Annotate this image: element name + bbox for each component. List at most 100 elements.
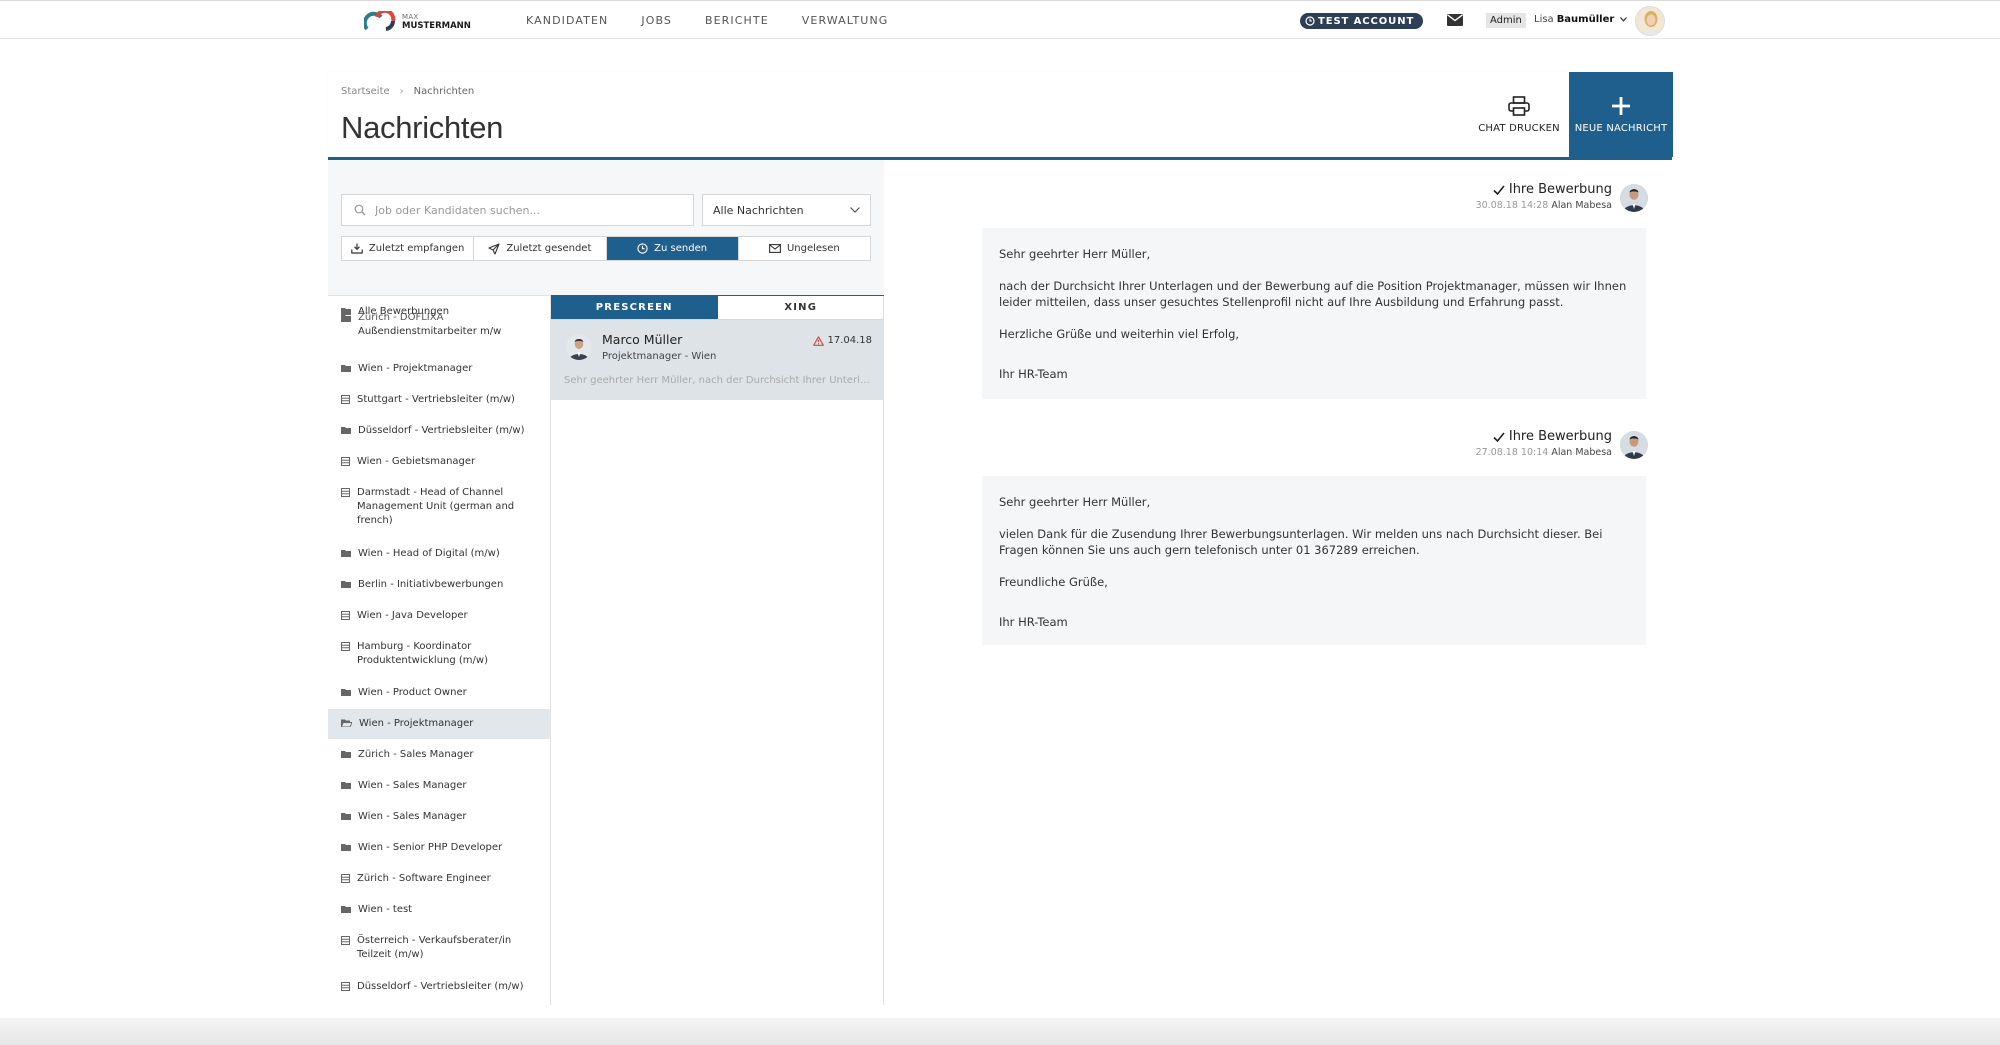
folder-item[interactable]: Wien - Projektmanager: [328, 362, 550, 384]
plus-icon: [1612, 96, 1630, 115]
job-folders-list: Alle Bewerbungen Zürich - DOFLIXA Außendi…: [328, 295, 551, 1005]
tab-label: Zuletzt empfangen: [368, 243, 465, 254]
user-avatar[interactable]: [1635, 6, 1665, 36]
folder-item[interactable]: Wien - Gebietsmanager: [328, 455, 550, 477]
tab-prescreen[interactable]: PRESCREEN: [551, 296, 718, 319]
warning-icon: [813, 335, 825, 346]
conversation-list: PRESCREEN XING Marco Müller Projektmanag…: [551, 295, 884, 1005]
channel-tabs: PRESCREEN XING: [551, 295, 884, 320]
clock-icon: [637, 243, 648, 254]
candidate-avatar: [566, 334, 592, 360]
folder-icon: [341, 365, 351, 372]
folder-item[interactable]: Berlin - Initiativbewerbungen: [328, 578, 550, 600]
printer-icon: [1508, 95, 1530, 116]
folder-item[interactable]: Wien - Java Developer: [328, 609, 550, 631]
conversation-preview: Sehr geehrter Herr Müller, nach der Durc…: [564, 375, 872, 386]
breadcrumb-current: Nachrichten: [413, 86, 475, 97]
brand-line1: MAX: [402, 12, 419, 21]
breadcrumb-home[interactable]: Startseite: [341, 86, 390, 97]
folder-item[interactable]: Düsseldorf - Vertriebsleiter (m/w): [328, 980, 550, 1002]
message-subject: Ihre Bewerbung: [1476, 182, 1612, 197]
folder-icon: [341, 906, 351, 913]
folder-icon: [341, 550, 351, 557]
nav-verwaltung[interactable]: VERWALTUNG: [802, 14, 889, 27]
message-header: Ihre Bewerbung 27.08.18 10:14 Alan Mabes…: [1476, 429, 1648, 459]
message-filter-select[interactable]: Alle Nachrichten: [702, 194, 871, 226]
sender-avatar: [1620, 184, 1648, 212]
candidate-name: Marco Müller: [602, 332, 683, 347]
tab-recently-received[interactable]: Zuletzt empfangen: [342, 237, 475, 260]
message-sender: Alan Mabesa: [1551, 200, 1612, 211]
folder-icon: [341, 844, 351, 851]
folder-item[interactable]: Stuttgart - Vertriebsleiter (m/w): [328, 393, 550, 415]
list-icon: [341, 982, 350, 991]
new-message-button[interactable]: NEUE NACHRICHT: [1569, 72, 1673, 157]
folder-item[interactable]: Wien - Head of Digital (m/w): [328, 547, 550, 569]
folder-icon: [341, 689, 351, 696]
role-badge: Admin: [1486, 13, 1526, 28]
list-icon: [341, 395, 350, 404]
folder-item[interactable]: Wien - Senior PHP Developer: [328, 841, 550, 863]
filter-panel: Alle Nachrichten Zuletzt empfangen Zulet…: [328, 160, 884, 295]
new-message-label: NEUE NACHRICHT: [1574, 122, 1668, 134]
chevron-down-icon: [1620, 17, 1628, 22]
print-chat-button[interactable]: CHAT DRUCKEN: [1474, 72, 1564, 157]
folder-item[interactable]: Düsseldorf - Vertriebsleiter (m/w): [328, 424, 550, 446]
message-closing: Freundliche Grüße,: [999, 575, 1108, 589]
message-text: vielen Dank für die Zusendung Ihrer Bewe…: [999, 527, 1603, 557]
nav-kandidaten[interactable]: KANDIDATEN: [526, 14, 608, 27]
message-signature: Ihr HR-Team: [999, 615, 1068, 629]
list-icon: [341, 457, 350, 466]
user-menu[interactable]: Lisa Baumüller: [1534, 14, 1628, 25]
check-icon: [1493, 184, 1505, 195]
folder-item[interactable]: Wien - Product Owner: [328, 686, 550, 708]
breadcrumb: Startseite › Nachrichten: [341, 86, 474, 97]
brand-logo[interactable]: MAX MUSTERMANN: [364, 10, 471, 32]
folder-open-icon: [341, 719, 352, 727]
folder-item[interactable]: Zürich - DOFLIXA Außendienstmitarbeiter m…: [328, 312, 550, 348]
envelope-icon: [769, 244, 781, 253]
search-input[interactable]: [375, 203, 675, 217]
folder-icon: [341, 427, 351, 434]
tab-recently-sent[interactable]: Zuletzt gesendet: [474, 237, 607, 260]
folder-item[interactable]: Darmstadt - Head of Channel Management Un…: [328, 486, 550, 532]
candidate-role: Projektmanager - Wien: [602, 351, 717, 362]
tab-label: Ungelesen: [786, 243, 840, 254]
folder-item[interactable]: Zürich - Sales Manager: [328, 748, 550, 770]
user-first-name: Lisa: [1534, 14, 1554, 25]
folder-icon: [341, 751, 351, 758]
page-title: Nachrichten: [341, 110, 504, 145]
folder-item[interactable]: Wien - Sales Manager: [328, 779, 550, 801]
filter-tabs: Zuletzt empfangen Zuletzt gesendet Zu se…: [341, 236, 871, 261]
message-body: Sehr geehrter Herr Müller, nach der Durc…: [982, 228, 1646, 399]
message-greeting: Sehr geehrter Herr Müller,: [999, 495, 1151, 509]
test-account-badge[interactable]: TEST ACCOUNT: [1300, 13, 1424, 29]
list-icon: [341, 874, 350, 883]
tab-to-send[interactable]: Zu senden: [606, 237, 739, 260]
message-closing: Herzliche Grüße und weiterhin viel Erfol…: [999, 327, 1240, 341]
folder-item[interactable]: Hamburg - Koordinator Produktentwicklung …: [328, 640, 550, 672]
tab-label: Zu senden: [654, 243, 708, 254]
folder-item[interactable]: Wien - Sales Manager: [328, 810, 550, 832]
message-subject: Ihre Bewerbung: [1476, 429, 1612, 444]
tab-xing[interactable]: XING: [718, 296, 885, 319]
search-box[interactable]: [341, 194, 694, 226]
folder-item[interactable]: Wien - test: [328, 903, 550, 925]
nav-berichte[interactable]: BERICHTE: [705, 14, 769, 27]
message-sender: Alan Mabesa: [1551, 447, 1612, 458]
folder-item[interactable]: Zürich - Software Engineer: [328, 872, 550, 894]
folder-item[interactable]: Österreich - Verkaufsberater/in Teilzeit …: [328, 934, 550, 966]
brand-line2: MUSTERMANN: [402, 20, 471, 31]
message-text: nach der Durchsicht Ihrer Unterlagen und…: [999, 279, 1627, 309]
top-navbar: MAX MUSTERMANN KANDIDATEN JOBS BERICHTE …: [0, 0, 2000, 39]
list-icon: [341, 936, 350, 945]
conversation-item[interactable]: Marco Müller Projektmanager - Wien 17.04…: [551, 320, 884, 400]
search-icon: [354, 204, 366, 216]
nav-jobs[interactable]: JOBS: [641, 14, 672, 27]
folder-item-active[interactable]: Wien - Projektmanager: [328, 709, 550, 739]
mail-icon[interactable]: [1447, 14, 1463, 26]
folder-icon: [341, 581, 351, 588]
folder-icon: [341, 782, 351, 789]
tab-unread[interactable]: Ungelesen: [739, 237, 870, 260]
print-chat-label: CHAT DRUCKEN: [1478, 122, 1560, 134]
